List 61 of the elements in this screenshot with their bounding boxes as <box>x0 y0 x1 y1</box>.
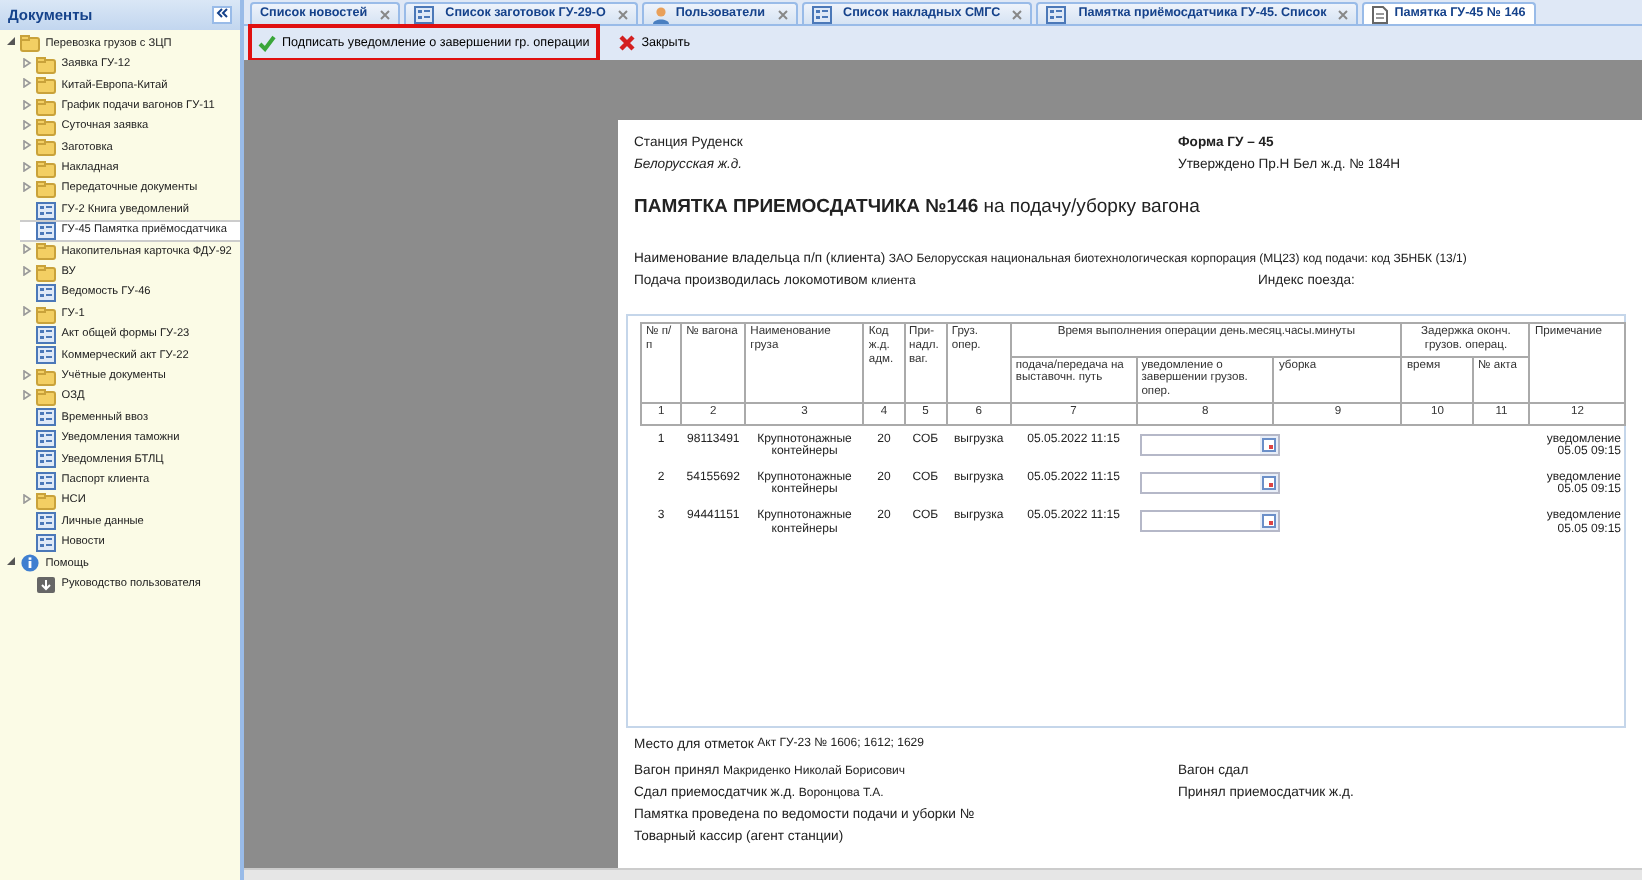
date-field[interactable] <box>1140 471 1281 494</box>
collapsed-arrow-icon[interactable] <box>22 493 33 504</box>
download-icon <box>35 575 56 594</box>
folder-icon <box>35 263 56 282</box>
close-icon <box>617 34 636 52</box>
folder-icon <box>35 55 56 74</box>
document-icon <box>35 201 56 220</box>
folder-icon <box>35 367 56 386</box>
document-icon <box>35 512 56 531</box>
close-icon[interactable] <box>379 9 390 19</box>
date-field[interactable] <box>1140 509 1281 532</box>
horizontal-scrollbar[interactable] <box>244 868 1642 880</box>
document-icon <box>35 346 56 365</box>
calendar-icon[interactable] <box>1262 475 1277 490</box>
page-icon <box>1372 5 1389 23</box>
folder-icon <box>35 305 56 324</box>
folder-icon <box>35 138 56 157</box>
document-icon <box>35 471 56 490</box>
collapse-button[interactable] <box>212 6 232 24</box>
close-icon[interactable] <box>1338 9 1349 19</box>
expanded-arrow-icon[interactable] <box>6 36 17 47</box>
folder-icon <box>35 388 56 407</box>
document-icon <box>35 221 56 240</box>
table-icon <box>413 5 434 23</box>
user-icon <box>651 5 670 23</box>
close-icon[interactable] <box>617 9 628 19</box>
folder-icon <box>35 492 56 511</box>
collapsed-arrow-icon[interactable] <box>22 369 33 380</box>
collapsed-arrow-icon[interactable] <box>22 57 33 68</box>
calendar-icon[interactable] <box>1262 437 1277 452</box>
folder-icon <box>35 159 56 178</box>
document-icon <box>35 408 56 427</box>
document-icon <box>35 533 56 552</box>
close-icon[interactable] <box>1012 9 1023 19</box>
collapsed-arrow-icon[interactable] <box>22 306 33 317</box>
folder-icon <box>35 180 56 199</box>
close-icon[interactable] <box>777 9 788 19</box>
collapsed-arrow-icon[interactable] <box>22 119 33 130</box>
folder-icon <box>35 118 56 136</box>
calendar-icon[interactable] <box>1262 513 1277 528</box>
collapsed-arrow-icon[interactable] <box>22 140 33 151</box>
folder-icon <box>35 76 56 95</box>
expanded-arrow-icon[interactable] <box>6 556 17 567</box>
collapsed-arrow-icon[interactable] <box>22 161 33 172</box>
date-field[interactable] <box>1140 433 1281 456</box>
document-icon <box>35 325 56 344</box>
collapsed-arrow-icon[interactable] <box>22 265 33 276</box>
info-icon <box>19 554 40 573</box>
collapsed-arrow-icon[interactable] <box>22 390 33 400</box>
document-title: ПАМЯТКА ПРИЕМОСДАТЧИКА №146 на подачу/уборку вагона <box>634 194 1202 222</box>
document-icon <box>35 284 56 303</box>
collapsed-arrow-icon[interactable] <box>22 244 33 255</box>
folder-icon <box>35 242 56 261</box>
checkmark-icon <box>258 34 276 52</box>
document-icon <box>35 429 56 448</box>
collapsed-arrow-icon[interactable] <box>22 78 33 89</box>
collapsed-arrow-icon[interactable] <box>22 182 33 193</box>
collapsed-arrow-icon[interactable] <box>22 99 33 110</box>
folder-icon <box>19 34 40 53</box>
folder-icon <box>35 97 56 116</box>
document-icon <box>35 450 56 469</box>
